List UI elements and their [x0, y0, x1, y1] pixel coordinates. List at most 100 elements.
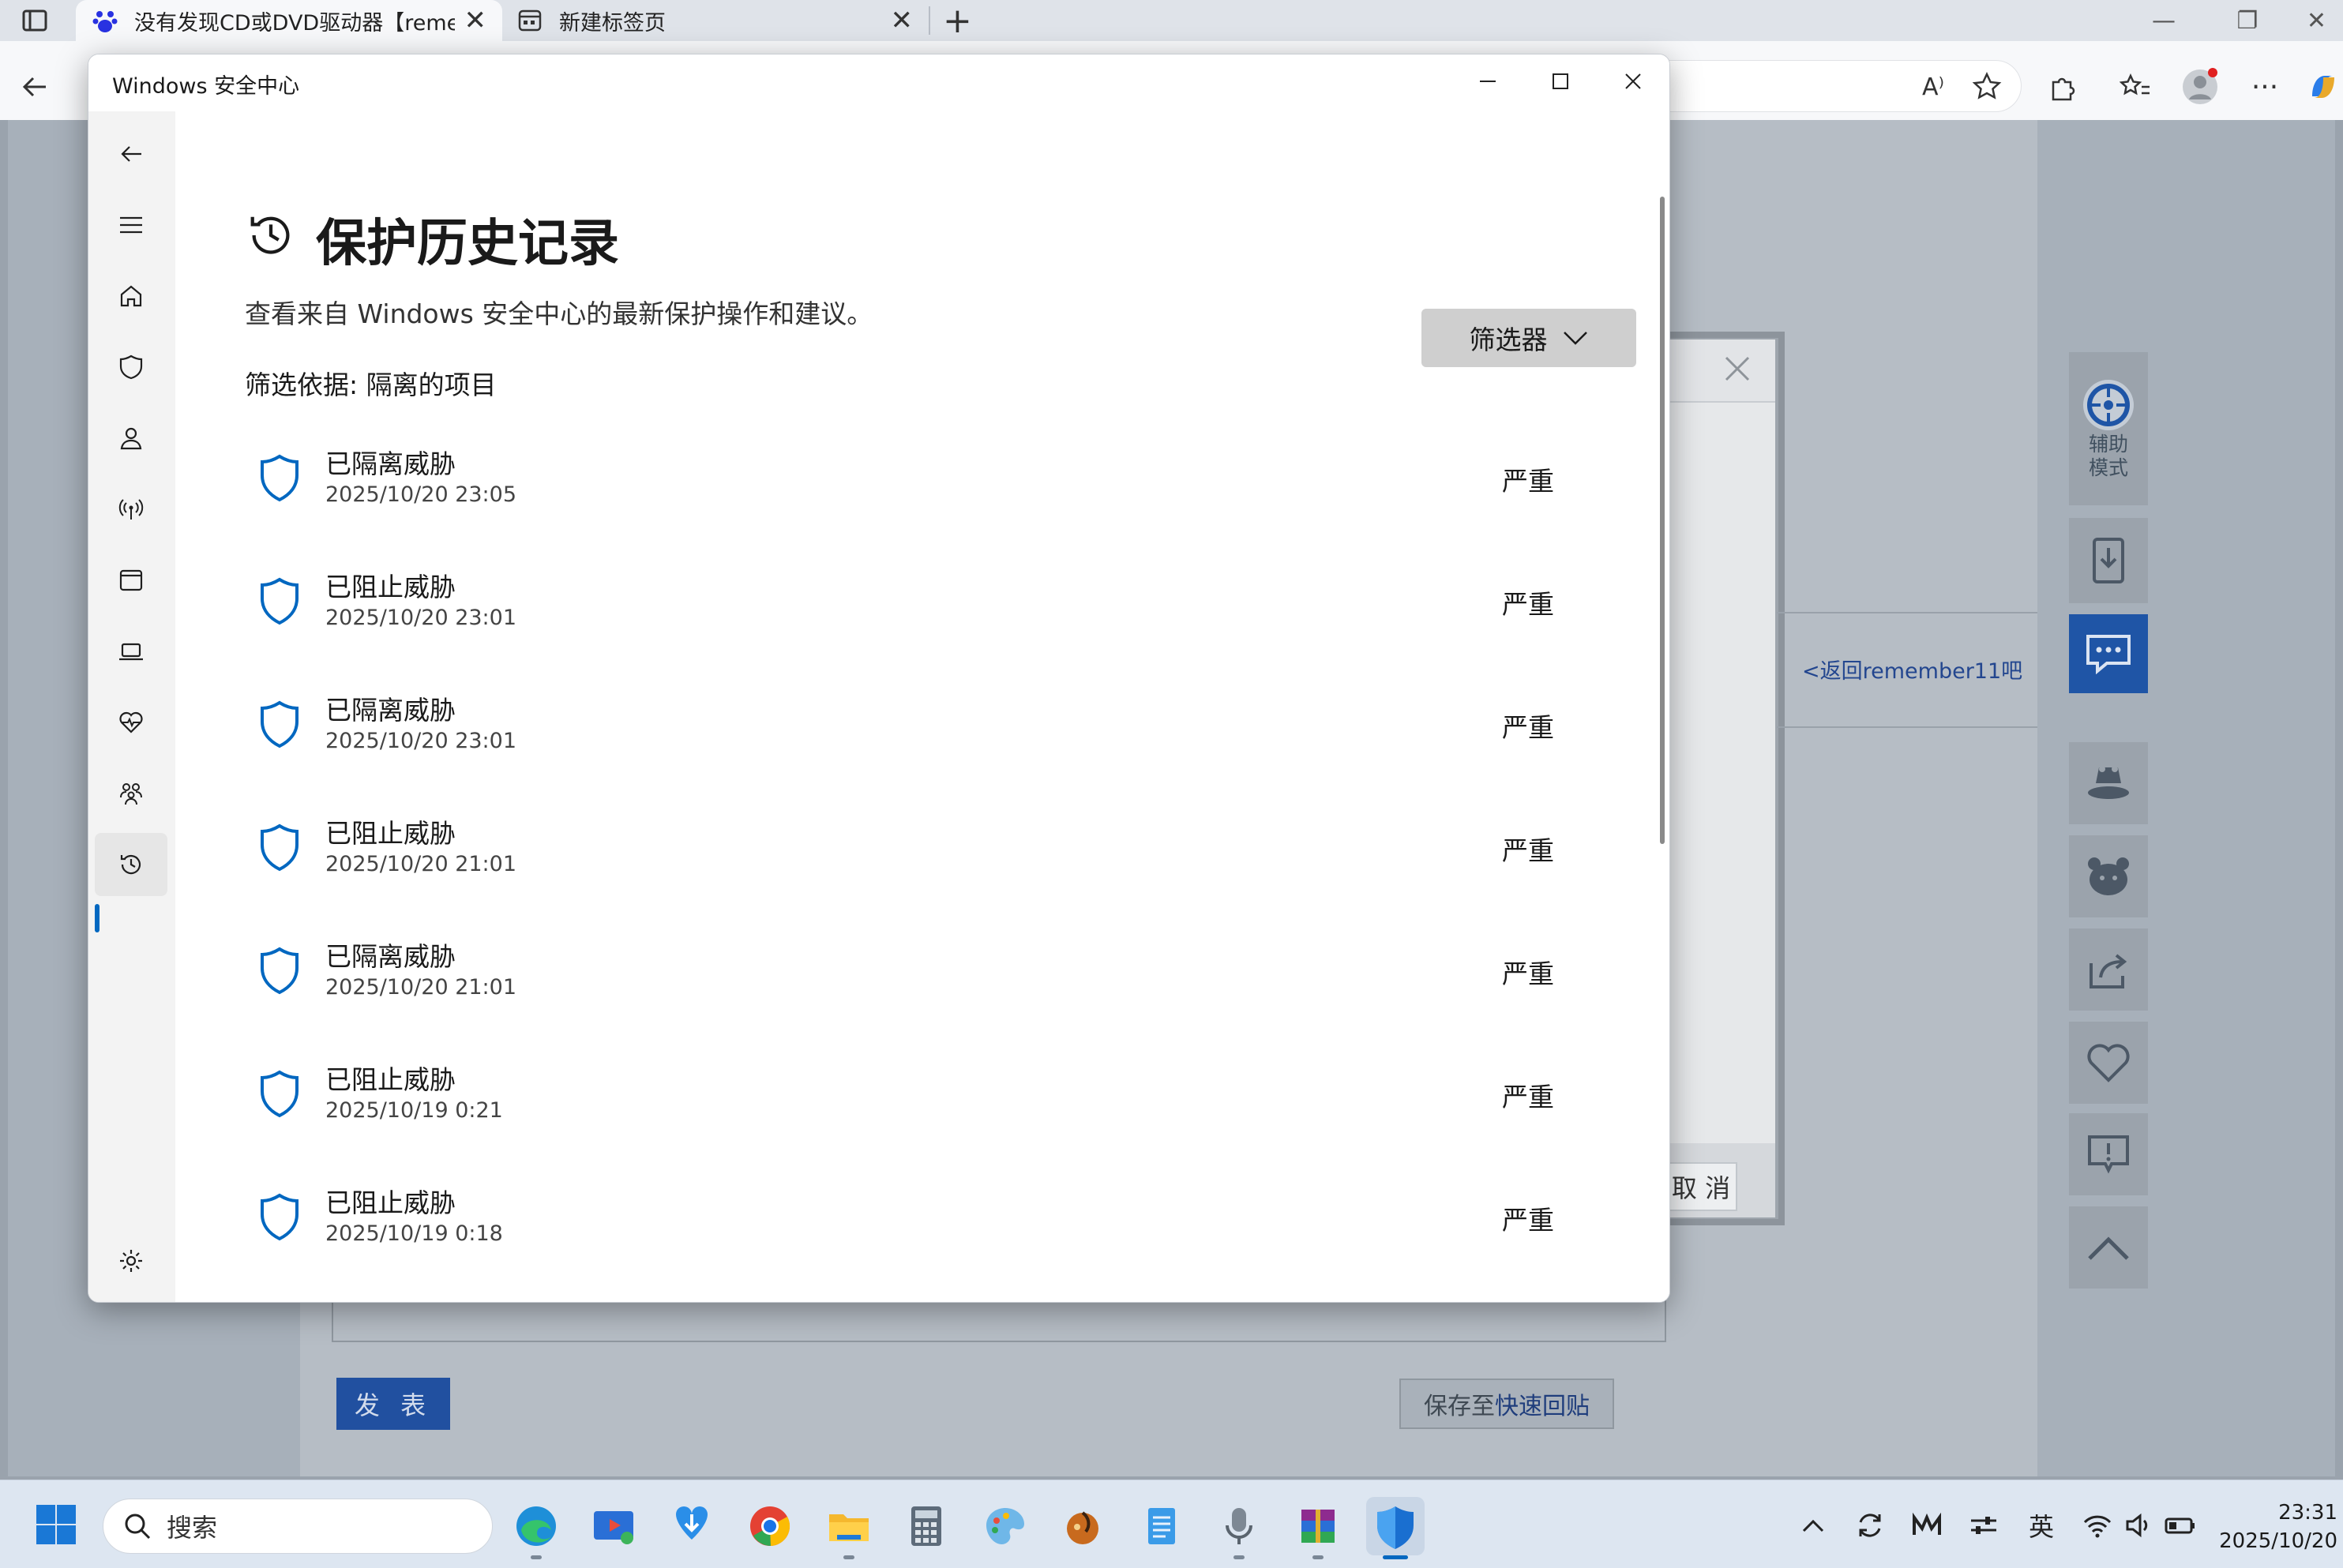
shield-icon[interactable] [95, 336, 167, 399]
history-entry[interactable]: 已阻止威胁 2025/10/20 21:01 严重 [238, 795, 1644, 918]
start-windows-icon[interactable] [35, 1503, 77, 1549]
history-entry[interactable]: 已隔离威胁 2025/10/20 21:01 严重 [238, 918, 1644, 1041]
download-app-tool[interactable] [2069, 518, 2148, 603]
save-quick-reply-button[interactable]: 保存至 快速回贴 [1399, 1379, 1614, 1429]
message-tool[interactable] [2069, 614, 2148, 693]
entry-time: 2025/10/19 0:18 [325, 1221, 503, 1246]
back-arrow-icon[interactable] [95, 122, 167, 186]
maximize-icon[interactable] [1524, 54, 1597, 108]
sync-icon[interactable] [1851, 1500, 1889, 1551]
volume-speaker-icon[interactable] [2120, 1500, 2157, 1551]
back-arrow-icon[interactable] [13, 65, 57, 109]
tab-new-tab[interactable]: 新建标签页 ✕ [505, 0, 924, 41]
dialog-close-icon[interactable] [1722, 347, 1753, 395]
device-laptop-icon[interactable] [95, 620, 167, 683]
extensions-icon[interactable] [2041, 65, 2085, 109]
file-explorer-icon[interactable] [820, 1497, 878, 1555]
protection-history-nav-item[interactable] [95, 833, 167, 896]
downloader-icon[interactable] [663, 1497, 722, 1555]
close-icon[interactable] [1597, 54, 1669, 108]
notepad-icon[interactable] [1132, 1497, 1191, 1555]
save-prefix: 保存至 [1424, 1393, 1495, 1420]
hamburger-menu-icon[interactable] [95, 193, 167, 257]
taskbar-search-box[interactable]: 搜索 [103, 1499, 493, 1554]
scrollbar-thumb[interactable] [1660, 197, 1665, 844]
close-tab-icon[interactable]: ✕ [464, 5, 487, 36]
game-app-icon[interactable] [1053, 1497, 1112, 1555]
device-health-heart-icon[interactable] [95, 691, 167, 754]
more-menu-icon[interactable]: ··· [2243, 65, 2287, 109]
back-to-forum-link[interactable]: <返回remember11吧 [1802, 654, 2022, 685]
running-indicator [1233, 1555, 1245, 1559]
browser-restore-button[interactable]: ❐ [2208, 0, 2287, 41]
minimize-icon[interactable] [1451, 54, 1524, 108]
running-indicator [843, 1555, 854, 1559]
system-clock[interactable]: 23:31 2025/10/20 [2211, 1499, 2337, 1555]
copilot-icon[interactable] [2303, 65, 2343, 109]
magic-hat-icon [2088, 766, 2129, 799]
history-entry[interactable]: 已阻止威胁 2025/10/19 0:18 严重 [238, 1165, 1644, 1288]
shield-icon [261, 1193, 299, 1241]
video-player-icon[interactable] [584, 1497, 643, 1555]
shield-icon [261, 577, 299, 625]
divider [1777, 726, 2037, 728]
history-entry[interactable]: 已阻止威胁 2025/10/19 0:21 严重 [238, 1041, 1644, 1165]
search-placeholder: 搜索 [167, 1513, 218, 1543]
ime-language-indicator[interactable]: 英 [2022, 1500, 2061, 1551]
history-clock-icon [245, 209, 297, 264]
app-browser-control-icon[interactable] [95, 549, 167, 612]
winrar-icon[interactable] [1289, 1497, 1347, 1555]
network-antenna-icon[interactable] [95, 478, 167, 541]
publish-button[interactable]: 发 表 [336, 1378, 450, 1430]
show-hidden-icons-chevron-up-icon[interactable] [1794, 1500, 1832, 1551]
page-description: 查看来自 Windows 安全中心的最新保护操作和建议。 [245, 298, 873, 329]
history-entry[interactable]: 已隔离威胁 2025/10/20 23:05 严重 [238, 426, 1644, 549]
chrome-icon[interactable] [741, 1497, 799, 1555]
wifi-icon[interactable] [2078, 1500, 2116, 1551]
account-person-icon[interactable] [95, 407, 167, 470]
share-tool[interactable] [2069, 928, 2148, 1011]
voice-recorder-icon[interactable] [1210, 1497, 1268, 1555]
favorites-list-icon[interactable] [2113, 65, 2157, 109]
shield-icon [261, 947, 299, 995]
clock-time: 23:31 [2278, 1501, 2337, 1525]
back-to-top-tool[interactable] [2069, 1206, 2148, 1289]
magic-hat-tool[interactable] [2069, 742, 2148, 824]
close-tab-icon[interactable]: ✕ [891, 5, 914, 36]
windows-security-taskbar-icon[interactable] [1366, 1497, 1425, 1555]
input-settings-sliders-icon[interactable] [1965, 1500, 2003, 1551]
quick-reply-link[interactable]: 快速回贴 [1495, 1386, 1590, 1421]
new-tab-button[interactable]: + [943, 0, 972, 41]
edge-browser-icon[interactable] [507, 1497, 565, 1555]
bear-face-icon [2088, 857, 2129, 895]
search-icon [125, 1514, 151, 1540]
clock-date: 2025/10/20 [2219, 1529, 2337, 1553]
family-options-icon[interactable] [95, 762, 167, 825]
browser-minimize-button[interactable]: — [2124, 0, 2203, 41]
read-aloud-icon[interactable]: A⁾ [1911, 65, 1955, 109]
settings-gear-icon[interactable] [95, 1229, 167, 1292]
assist-mode-tool[interactable]: 辅助 模式 [2069, 352, 2148, 505]
report-tool[interactable] [2069, 1113, 2148, 1195]
paint-icon[interactable] [976, 1497, 1034, 1555]
monitor-app-icon[interactable] [1908, 1500, 1946, 1551]
entry-time: 2025/10/20 23:01 [325, 606, 517, 630]
entry-severity: 严重 [1502, 466, 1554, 497]
shield-icon [261, 700, 299, 748]
favorite-star-icon[interactable] [1965, 65, 2009, 109]
filter-button[interactable]: 筛选器 [1421, 309, 1636, 367]
battery-icon[interactable] [2161, 1500, 2200, 1551]
divider [1777, 612, 2037, 613]
dialog-cancel-button[interactable]: 取 消 [1665, 1162, 1737, 1211]
favorite-tool[interactable] [2069, 1022, 2148, 1104]
tab-actions-icon[interactable] [19, 5, 51, 36]
history-entry[interactable]: 已隔离威胁 2025/10/20 23:01 严重 [238, 672, 1644, 795]
calculator-icon[interactable] [897, 1497, 956, 1555]
history-entry[interactable]: 已阻止威胁 2025/10/20 23:01 严重 [238, 549, 1644, 672]
browser-close-button[interactable]: ✕ [2290, 0, 2343, 41]
mascot-tool[interactable] [2069, 835, 2148, 917]
tab-baidu-tieba[interactable]: 没有发现CD或DVD驱动器【remember11吧】_百度贴吧 ✕ [76, 0, 502, 41]
tab-title: 新建标签页 [559, 10, 666, 36]
profile-avatar-icon[interactable] [2178, 65, 2222, 109]
home-icon[interactable] [95, 264, 167, 328]
